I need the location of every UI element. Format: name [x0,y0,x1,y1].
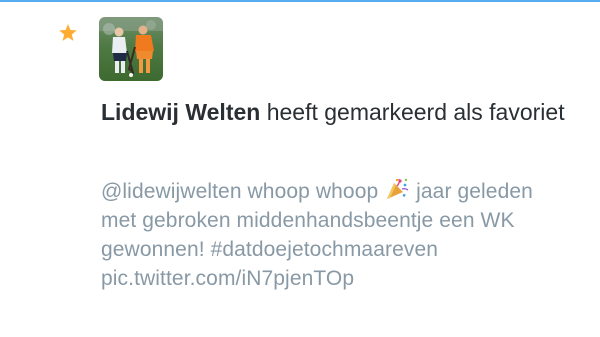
mention-link[interactable]: @lidewijwelten [101,180,242,203]
avatar[interactable] [99,17,163,81]
avatar-image [99,17,163,81]
action-text: heeft gemarkeerd als favoriet [266,99,565,125]
tweet-text[interactable]: @lidewijwelten whoop whoop jaar geleden … [101,177,571,293]
star-icon [59,24,77,41]
notification-text: Lidewij Welten heeft gemarkeerd als favo… [101,96,581,129]
media-link[interactable]: pic.twitter.com/​iN7pjenTOp [101,267,354,290]
tweet-text-before-emoji: whoop whoop [247,180,379,203]
party-popper-icon [387,178,409,199]
top-divider [0,0,600,2]
actor-name[interactable]: Lidewij Welten [101,99,260,125]
